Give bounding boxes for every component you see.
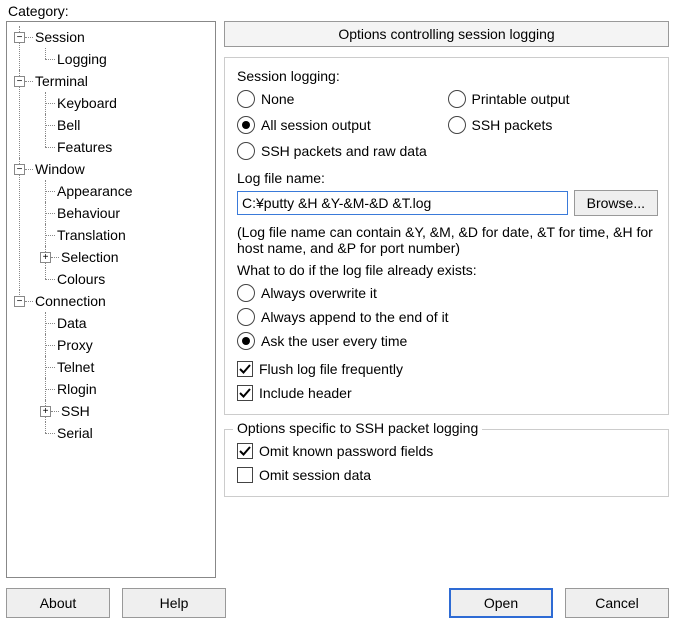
- tree-selection[interactable]: Selection: [59, 249, 121, 265]
- category-tree[interactable]: − Session Logging − Terminal Keyboard Be…: [6, 21, 216, 578]
- radio-all-output[interactable]: All session output: [237, 114, 448, 136]
- tree-behaviour[interactable]: Behaviour: [55, 205, 122, 221]
- tree-terminal[interactable]: Terminal: [33, 73, 90, 89]
- tree-bell[interactable]: Bell: [55, 117, 82, 133]
- collapse-icon[interactable]: −: [14, 76, 25, 87]
- logfile-label: Log file name:: [237, 170, 658, 186]
- tree-logging[interactable]: Logging: [55, 51, 109, 67]
- cancel-button[interactable]: Cancel: [565, 588, 669, 618]
- tree-telnet[interactable]: Telnet: [55, 359, 96, 375]
- open-button[interactable]: Open: [449, 588, 553, 618]
- check-flush[interactable]: Flush log file frequently: [237, 358, 658, 380]
- radio-ask[interactable]: Ask the user every time: [237, 330, 658, 352]
- radio-none[interactable]: None: [237, 88, 448, 110]
- help-button[interactable]: Help: [122, 588, 226, 618]
- ssh-group-title: Options specific to SSH packet logging: [233, 420, 482, 436]
- page-title: Options controlling session logging: [224, 21, 669, 47]
- session-logging-label: Session logging:: [237, 68, 658, 84]
- check-omit-password[interactable]: Omit known password fields: [237, 440, 658, 462]
- tree-ssh[interactable]: SSH: [59, 403, 92, 419]
- tree-window[interactable]: Window: [33, 161, 87, 177]
- exists-label: What to do if the log file already exist…: [237, 262, 658, 278]
- collapse-icon[interactable]: −: [14, 32, 25, 43]
- browse-button[interactable]: Browse...: [574, 190, 658, 216]
- radio-ssh-raw[interactable]: SSH packets and raw data: [237, 140, 658, 162]
- about-button[interactable]: About: [6, 588, 110, 618]
- tree-rlogin[interactable]: Rlogin: [55, 381, 99, 397]
- logfile-hint: (Log file name can contain &Y, &M, &D fo…: [237, 224, 658, 256]
- radio-overwrite[interactable]: Always overwrite it: [237, 282, 658, 304]
- radio-ssh-packets[interactable]: SSH packets: [448, 114, 659, 136]
- radio-append[interactable]: Always append to the end of it: [237, 306, 658, 328]
- category-label: Category:: [8, 3, 216, 19]
- expand-icon[interactable]: +: [40, 252, 51, 263]
- tree-features[interactable]: Features: [55, 139, 114, 155]
- check-include-header[interactable]: Include header: [237, 382, 658, 404]
- tree-session[interactable]: Session: [33, 29, 87, 45]
- tree-serial[interactable]: Serial: [55, 425, 95, 441]
- tree-proxy[interactable]: Proxy: [55, 337, 95, 353]
- tree-translation[interactable]: Translation: [55, 227, 128, 243]
- collapse-icon[interactable]: −: [14, 296, 25, 307]
- tree-connection[interactable]: Connection: [33, 293, 108, 309]
- collapse-icon[interactable]: −: [14, 164, 25, 175]
- tree-keyboard[interactable]: Keyboard: [55, 95, 119, 111]
- tree-data[interactable]: Data: [55, 315, 89, 331]
- expand-icon[interactable]: +: [40, 406, 51, 417]
- logfile-input[interactable]: [237, 191, 568, 215]
- tree-colours[interactable]: Colours: [55, 271, 107, 287]
- check-omit-session-data[interactable]: Omit session data: [237, 464, 658, 486]
- tree-appearance[interactable]: Appearance: [55, 183, 135, 199]
- radio-printable[interactable]: Printable output: [448, 88, 659, 110]
